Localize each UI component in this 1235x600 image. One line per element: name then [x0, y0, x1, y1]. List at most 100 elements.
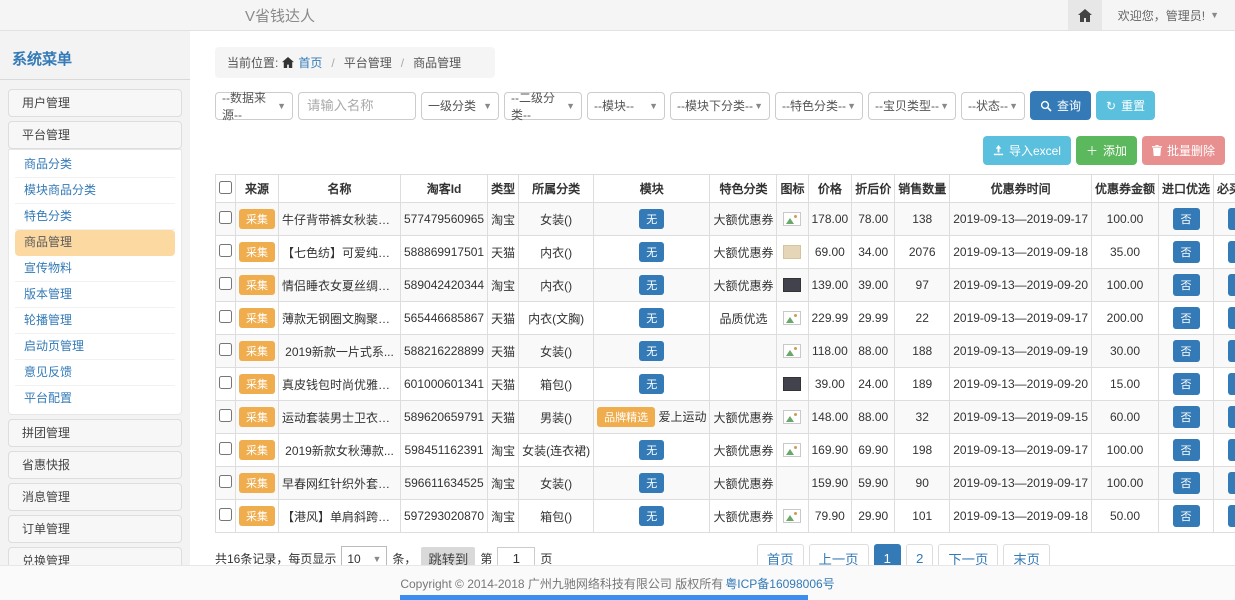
- coupon-time: 2019-09-13—2019-09-20: [950, 368, 1092, 401]
- filter-select-level1-category[interactable]: 一级分类▼: [421, 92, 499, 120]
- user-menu[interactable]: 欢迎您，管理员! ▼: [1102, 7, 1235, 24]
- filter-select-module[interactable]: --模块--▼: [587, 92, 665, 120]
- must-buy-toggle-button[interactable]: 否: [1228, 505, 1235, 527]
- must-buy-toggle-button[interactable]: 否: [1228, 439, 1235, 461]
- sidebar-group-order-management[interactable]: 订单管理: [8, 515, 182, 543]
- sidebar-item-feature-category[interactable]: 特色分类: [15, 204, 175, 230]
- filter-select-feature-category[interactable]: --特色分类--▼: [775, 92, 863, 120]
- filter-select-module-subcategory[interactable]: --模块下分类--▼: [670, 92, 770, 120]
- name-search-input[interactable]: [298, 92, 416, 120]
- batch-delete-button[interactable]: 批量删除: [1142, 136, 1225, 165]
- product-type: 天猫: [488, 401, 519, 434]
- sidebar-group-message-management[interactable]: 消息管理: [8, 483, 182, 511]
- chevron-down-icon: ▼: [754, 101, 763, 111]
- must-buy-toggle-button[interactable]: 否: [1228, 406, 1235, 428]
- product-name: 早春网红针织外套女春...: [279, 467, 401, 500]
- breadcrumb-level1: 平台管理: [344, 54, 392, 71]
- sales-count: 101: [895, 500, 950, 533]
- sidebar-group-platform-management[interactable]: 平台管理: [8, 121, 182, 149]
- sidebar-item-version-management[interactable]: 版本管理: [15, 282, 175, 308]
- filter-select-status[interactable]: --状态--▼: [961, 92, 1025, 120]
- filter-select-level2-category[interactable]: --二级分类--▼: [504, 92, 582, 120]
- sidebar-item-platform-config[interactable]: 平台配置: [15, 386, 175, 412]
- sidebar-item-goods-management[interactable]: 商品管理: [15, 230, 175, 256]
- must-buy-toggle-button[interactable]: 否: [1228, 307, 1235, 329]
- coupon-time: 2019-09-13—2019-09-19: [950, 335, 1092, 368]
- product-category: 内衣(文胸): [519, 302, 594, 335]
- imported-toggle-button[interactable]: 否: [1173, 406, 1200, 428]
- home-button[interactable]: [1068, 0, 1102, 30]
- import-excel-button[interactable]: 导入excel: [983, 136, 1071, 165]
- row-checkbox[interactable]: [219, 376, 232, 389]
- row-checkbox[interactable]: [219, 343, 232, 356]
- sidebar-item-feedback[interactable]: 意见反馈: [15, 360, 175, 386]
- filter-select-item-type[interactable]: --宝贝类型--▼: [868, 92, 956, 120]
- plus-icon: ＋: [1086, 142, 1098, 159]
- main-content: 当前位置: 首页 / 平台管理 / 商品管理 --数据来源--▼ 一级分类▼ -…: [215, 31, 1225, 573]
- table-row: 采集 2019新款女秋薄款... 598451162391 淘宝 女装(连衣裙)…: [216, 434, 1235, 467]
- search-button[interactable]: 查询: [1030, 91, 1091, 120]
- must-buy-toggle-button[interactable]: 否: [1228, 373, 1235, 395]
- sidebar-item-carousel-management[interactable]: 轮播管理: [15, 308, 175, 334]
- row-checkbox[interactable]: [219, 277, 232, 290]
- sidebar-group-user-management[interactable]: 用户管理: [8, 89, 182, 117]
- product-thumbnail-icon: [783, 344, 801, 358]
- col-header-coupon-time: 优惠券时间: [950, 175, 1092, 203]
- source-badge: 采集: [239, 440, 275, 460]
- icp-link[interactable]: 粤ICP备16098006号: [725, 575, 834, 592]
- select-all-checkbox[interactable]: [219, 181, 232, 194]
- product-thumbnail-icon: [783, 245, 801, 259]
- bottom-scrollbar[interactable]: [400, 595, 808, 600]
- must-buy-toggle-button[interactable]: 否: [1228, 472, 1235, 494]
- sidebar-group-savings-news[interactable]: 省惠快报: [8, 451, 182, 479]
- col-header-discount-price: 折后价: [852, 175, 895, 203]
- sidebar-item-promo-material[interactable]: 宣传物料: [15, 256, 175, 282]
- module-badge: 无: [639, 506, 664, 526]
- feature-category: 大额优惠券: [710, 500, 777, 533]
- module-badge: 无: [639, 275, 664, 295]
- must-buy-toggle-button[interactable]: 否: [1228, 241, 1235, 263]
- sidebar-group-groupbuy-management[interactable]: 拼团管理: [8, 419, 182, 447]
- col-header-sales: 销售数量: [895, 175, 950, 203]
- imported-toggle-button[interactable]: 否: [1173, 505, 1200, 527]
- imported-toggle-button[interactable]: 否: [1173, 340, 1200, 362]
- row-checkbox[interactable]: [219, 244, 232, 257]
- breadcrumb-prefix: 当前位置:: [227, 54, 278, 71]
- sidebar-item-goods-category[interactable]: 商品分类: [15, 152, 175, 178]
- must-buy-toggle-button[interactable]: 否: [1228, 274, 1235, 296]
- must-buy-toggle-button[interactable]: 否: [1228, 208, 1235, 230]
- imported-toggle-button[interactable]: 否: [1173, 373, 1200, 395]
- col-header-imported: 进口优选: [1159, 175, 1214, 203]
- sidebar-item-splash-management[interactable]: 启动页管理: [15, 334, 175, 360]
- taoke-id: 589042420344: [401, 269, 488, 302]
- row-checkbox[interactable]: [219, 442, 232, 455]
- row-checkbox[interactable]: [219, 475, 232, 488]
- add-button[interactable]: ＋ 添加: [1076, 136, 1137, 165]
- feature-category: 大额优惠券: [710, 236, 777, 269]
- sales-count: 2076: [895, 236, 950, 269]
- chevron-down-icon: ▼: [483, 101, 492, 111]
- imported-toggle-button[interactable]: 否: [1173, 208, 1200, 230]
- imported-toggle-button[interactable]: 否: [1173, 439, 1200, 461]
- filter-select-data-source[interactable]: --数据来源--▼: [215, 92, 293, 120]
- row-checkbox[interactable]: [219, 211, 232, 224]
- must-buy-toggle-button[interactable]: 否: [1228, 340, 1235, 362]
- imported-toggle-button[interactable]: 否: [1173, 472, 1200, 494]
- row-checkbox[interactable]: [219, 409, 232, 422]
- chevron-down-icon: ▼: [566, 101, 575, 111]
- imported-toggle-button[interactable]: 否: [1173, 274, 1200, 296]
- sales-count: 32: [895, 401, 950, 434]
- imported-toggle-button[interactable]: 否: [1173, 241, 1200, 263]
- product-type: 天猫: [488, 335, 519, 368]
- product-thumbnail-icon: [783, 443, 801, 457]
- imported-toggle-button[interactable]: 否: [1173, 307, 1200, 329]
- sidebar: 系统菜单 用户管理 平台管理 商品分类 模块商品分类 特色分类 商品管理 宣传物…: [0, 31, 190, 600]
- row-checkbox[interactable]: [219, 310, 232, 323]
- discount-price: 59.90: [852, 467, 895, 500]
- col-header-taoke-id: 淘客Id: [401, 175, 488, 203]
- sales-count: 198: [895, 434, 950, 467]
- breadcrumb-home-link[interactable]: 首页: [298, 54, 322, 71]
- reset-button[interactable]: ↻ 重置: [1096, 91, 1155, 120]
- row-checkbox[interactable]: [219, 508, 232, 521]
- sidebar-item-module-goods-category[interactable]: 模块商品分类: [15, 178, 175, 204]
